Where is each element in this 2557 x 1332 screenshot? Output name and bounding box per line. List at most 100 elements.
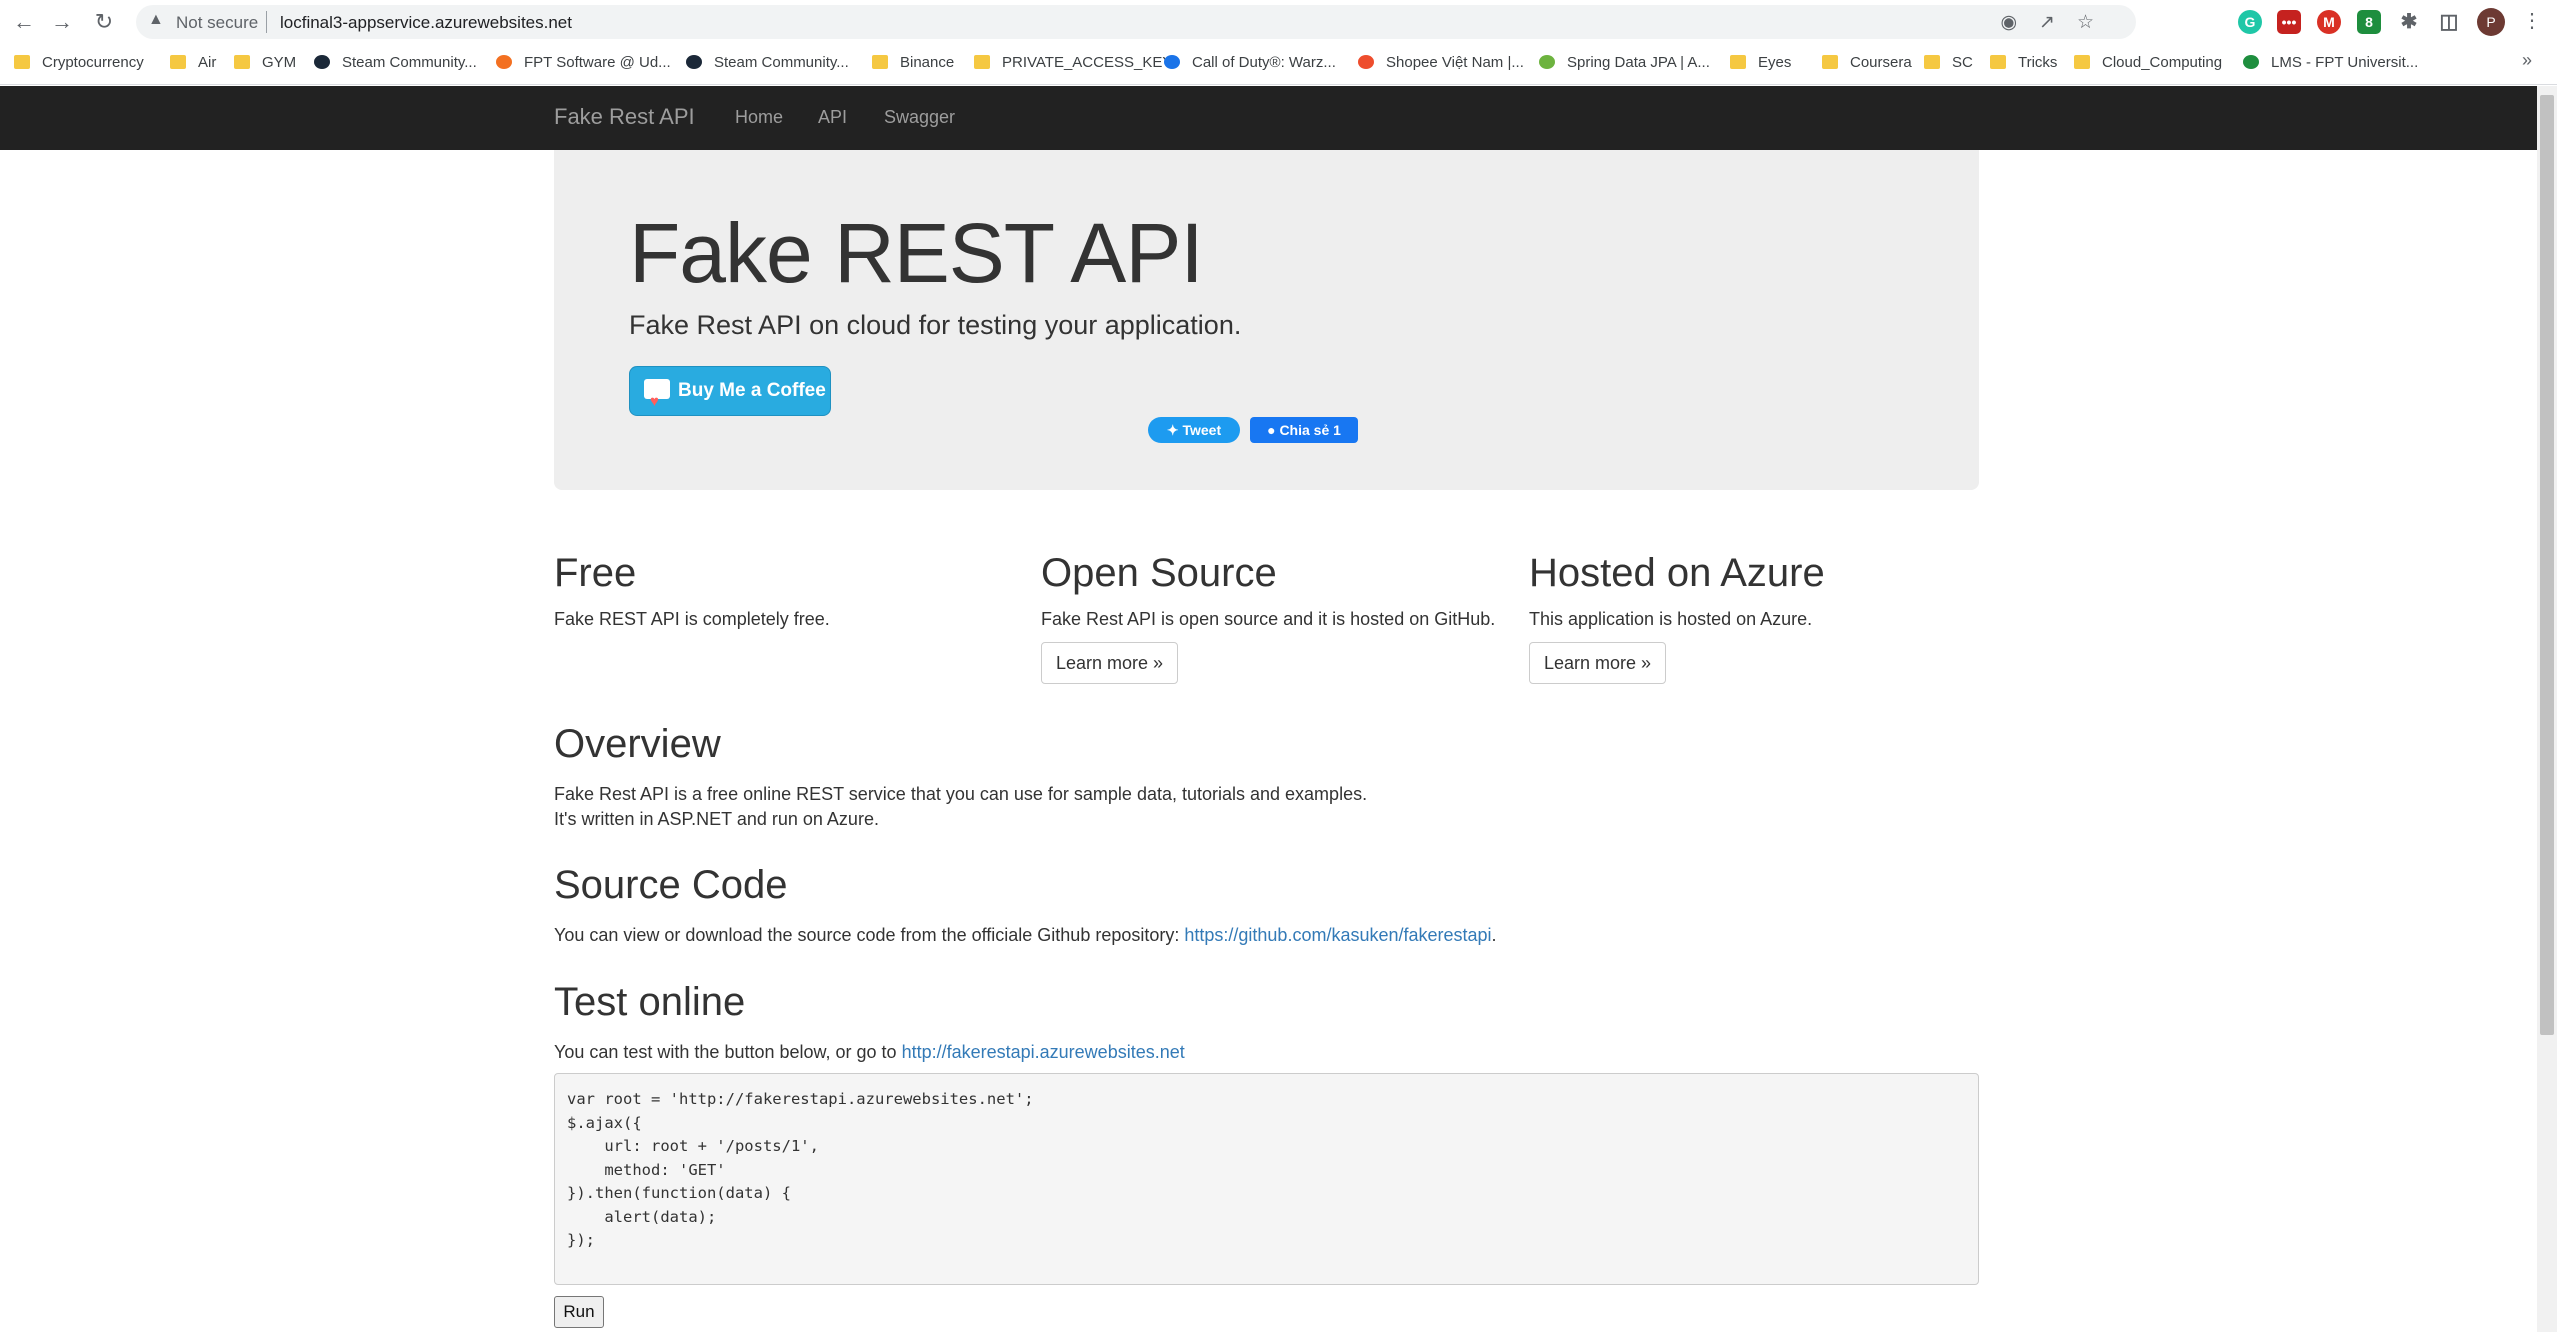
site-brand[interactable]: Fake Rest API xyxy=(554,104,695,130)
back-icon[interactable]: ← xyxy=(10,8,38,36)
overview-section: Overview Fake Rest API is a free online … xyxy=(554,716,1979,832)
bookmark-item[interactable]: Steam Community... xyxy=(314,52,477,74)
tweet-label: Tweet xyxy=(1182,422,1222,438)
star-icon[interactable]: ☆ xyxy=(2077,12,2116,33)
bookmark-item[interactable]: FPT Software @ Ud... xyxy=(496,52,671,74)
reload-icon[interactable]: ↻ xyxy=(90,8,118,36)
facebook-share-button[interactable]: ● Chia sẻ 1 xyxy=(1250,417,1358,443)
folder-icon xyxy=(234,55,250,69)
browser-menu-icon[interactable]: ⋮ xyxy=(2522,8,2542,33)
bookmark-item[interactable]: Tricks xyxy=(1990,52,2057,74)
feature-title: Free xyxy=(554,551,637,595)
bookmark-label: Coursera xyxy=(1850,54,1912,71)
run-button[interactable]: Run xyxy=(554,1296,604,1328)
feature-azure: Hosted on Azure This application is host… xyxy=(1529,545,1989,684)
source-code-desc: You can view or download the source code… xyxy=(554,925,1185,945)
fakerestapi-link[interactable]: http://fakerestapi.azurewebsites.net xyxy=(902,1042,1185,1062)
coffee-cup-icon xyxy=(644,378,670,426)
bookmark-item[interactable]: Shopee Việt Nam |... xyxy=(1358,52,1524,74)
divider xyxy=(266,11,267,33)
code-sample: var root = 'http://fakerestapi.azurewebs… xyxy=(554,1073,1979,1285)
buy-me-coffee-button[interactable]: Buy Me a Coffee xyxy=(629,366,831,426)
bookmark-item[interactable]: Binance xyxy=(872,52,954,74)
bookmark-item[interactable]: Coursera xyxy=(1822,52,1912,74)
bookmark-item[interactable]: LMS - FPT Universit... xyxy=(2243,52,2418,74)
eye-off-icon[interactable]: ◉ xyxy=(2000,12,2039,33)
bookmark-label: GYM xyxy=(262,54,297,71)
site-navbar: Fake Rest API Home API Swagger xyxy=(0,86,2537,150)
address-bar[interactable]: ▲ Not secure locfinal3-appservice.azurew… xyxy=(136,5,2136,39)
feature-title: Open Source xyxy=(1041,551,1277,595)
bookmarks-bar: Cryptocurrency Air GYM Steam Community... FP… xyxy=(0,48,2557,78)
coffee-label: Buy Me a Coffee xyxy=(678,380,826,401)
spring-icon xyxy=(1539,55,1555,69)
fpt-icon xyxy=(496,55,512,69)
source-code-section: Source Code You can view or download the… xyxy=(554,857,1979,948)
bookmark-item[interactable]: Steam Community... xyxy=(686,52,849,74)
bookmark-label: Spring Data JPA | A... xyxy=(1567,54,1710,71)
extension-badge: 8 xyxy=(2365,14,2373,30)
grammarly-extension-icon[interactable]: G xyxy=(2238,10,2262,34)
lms-icon xyxy=(2243,55,2259,69)
twitter-bird-icon: ✦ xyxy=(1166,422,1183,438)
bookmark-label: FPT Software @ Ud... xyxy=(524,54,671,71)
tweet-button[interactable]: ✦ Tweet xyxy=(1148,417,1240,443)
overview-line-2: It's written in ASP.NET and run on Azure… xyxy=(554,809,879,829)
bookmark-item[interactable]: Air xyxy=(170,52,216,74)
bookmark-item[interactable]: PRIVATE_ACCESS_KEY xyxy=(974,52,1172,74)
bookmark-label: Call of Duty®: Warz... xyxy=(1192,54,1336,71)
red-extension-icon[interactable]: M xyxy=(2317,10,2341,34)
share-icon[interactable]: ↗ xyxy=(2039,12,2077,33)
bookmarks-more-button[interactable]: » xyxy=(2522,50,2532,71)
forward-icon[interactable]: → xyxy=(48,8,76,36)
overview-line-1: Fake Rest API is a free online REST serv… xyxy=(554,784,1368,804)
security-label[interactable]: Not secure xyxy=(176,13,258,33)
test-online-section: Test online You can test with the button… xyxy=(554,974,1979,1065)
lastpass-extension-icon[interactable]: ••• xyxy=(2277,10,2301,34)
puzzle-icon[interactable]: ✱ xyxy=(2397,10,2421,34)
test-online-title: Test online xyxy=(554,980,746,1024)
bookmark-item[interactable]: Cloud_Computing xyxy=(2074,52,2222,74)
sidepanel-icon[interactable]: ◫ xyxy=(2437,10,2461,34)
bookmark-label: Binance xyxy=(900,54,955,71)
overview-title: Overview xyxy=(554,722,721,766)
bookmark-label: SC xyxy=(1952,54,1973,71)
feature-open-source: Open Source Fake Rest API is open source… xyxy=(1041,545,1501,684)
steam-icon xyxy=(686,55,702,69)
folder-icon xyxy=(872,55,888,69)
nav-api[interactable]: API xyxy=(818,107,847,128)
folder-icon xyxy=(1990,55,2006,69)
bookmark-label: Eyes xyxy=(1758,54,1792,71)
bookmark-item[interactable]: Cryptocurrency xyxy=(14,52,144,74)
scrollbar-thumb[interactable] xyxy=(2540,95,2554,1035)
url-text[interactable]: locfinal3-appservice.azurewebsites.net xyxy=(280,13,572,33)
source-code-title: Source Code xyxy=(554,863,788,907)
bookmark-item[interactable]: Call of Duty®: Warz... xyxy=(1164,52,1336,74)
learn-more-azure-button[interactable]: Learn more » xyxy=(1529,642,1667,684)
bookmark-item[interactable]: Eyes xyxy=(1730,52,1791,74)
source-code-text: You can view or download the source code… xyxy=(554,923,1979,948)
feature-text: Fake Rest API is open source and it is h… xyxy=(1041,609,1496,629)
nav-home[interactable]: Home xyxy=(735,107,783,128)
bookmark-item[interactable]: Spring Data JPA | A... xyxy=(1539,52,1710,74)
bookmark-label: Tricks xyxy=(2018,54,2058,71)
shopee-icon xyxy=(1358,55,1374,69)
test-online-desc: You can test with the button below, or g… xyxy=(554,1042,902,1062)
profile-avatar[interactable]: P xyxy=(2477,8,2505,36)
bookmark-label: Air xyxy=(198,54,217,71)
facebook-icon: ● xyxy=(1267,422,1280,438)
bookmark-label: Cryptocurrency xyxy=(42,54,144,71)
folder-icon xyxy=(170,55,186,69)
bookmark-item[interactable]: SC xyxy=(1924,52,1973,74)
github-repo-link[interactable]: https://github.com/kasuken/fakerestapi xyxy=(1184,925,1491,945)
feature-free: Free Fake REST API is completely free. xyxy=(554,545,1014,630)
folder-icon xyxy=(2074,55,2090,69)
bookmark-label: PRIVATE_ACCESS_KEY xyxy=(1002,54,1173,71)
learn-more-github-button[interactable]: Learn more » xyxy=(1041,642,1179,684)
nav-swagger[interactable]: Swagger xyxy=(884,107,955,128)
folder-icon xyxy=(1730,55,1746,69)
address-row: ← → ↻ ▲ Not secure locfinal3-appservice.… xyxy=(0,0,2557,44)
green-extension-icon[interactable]: 8 xyxy=(2357,10,2381,34)
bookmark-label: Steam Community... xyxy=(714,54,849,71)
bookmark-item[interactable]: GYM xyxy=(234,52,296,74)
